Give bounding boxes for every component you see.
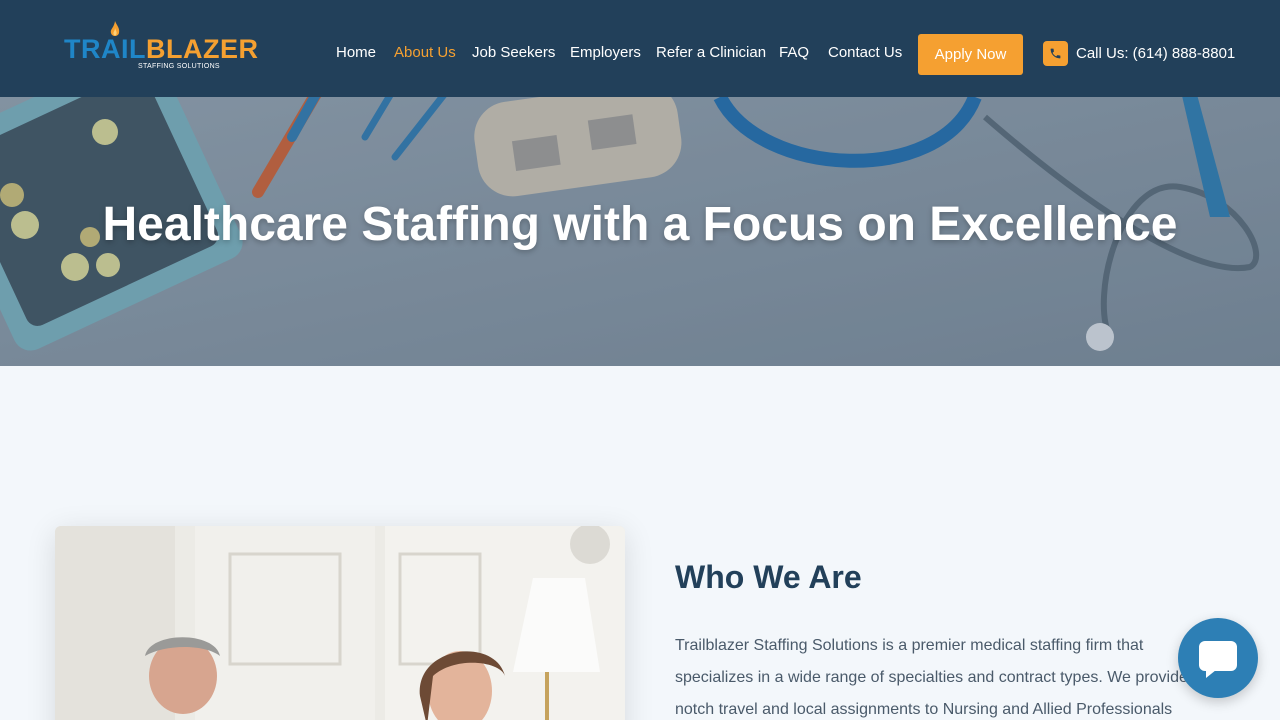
- nav-employers[interactable]: Employers: [570, 44, 641, 62]
- paragraph-line: specializes in a wide range of specialti…: [675, 669, 1188, 686]
- nav-home[interactable]: Home: [336, 44, 376, 62]
- phone-icon: [1043, 41, 1068, 66]
- hero-banner: Healthcare Staffing with a Focus on Exce…: [0, 97, 1280, 366]
- brand-logo[interactable]: TRAILBLAZER STAFFING SOLUTIONS: [62, 20, 258, 76]
- paragraph-line: notch travel and local assignments to Nu…: [675, 701, 1173, 718]
- nav-about-us[interactable]: About Us: [394, 44, 456, 62]
- nav-contact-us[interactable]: Contact Us: [828, 44, 902, 62]
- site-header: TRAILBLAZER STAFFING SOLUTIONS Home Abou…: [0, 0, 1280, 97]
- phone-number: Call Us: (614) 888-8801: [1076, 45, 1236, 62]
- logo-blazer-text: BLAZER: [145, 34, 259, 64]
- team-photo: [55, 526, 625, 720]
- nav-faq[interactable]: FAQ: [779, 44, 809, 62]
- who-we-are-paragraph: Trailblazer Staffing Solutions is a prem…: [675, 630, 1235, 720]
- nav-job-seekers[interactable]: Job Seekers: [472, 44, 555, 62]
- nav-refer-a-clinician[interactable]: Refer a Clinician: [656, 44, 766, 62]
- chat-widget-button[interactable]: [1178, 618, 1258, 698]
- apply-now-button[interactable]: Apply Now: [918, 34, 1023, 75]
- team-photo-image: [55, 526, 625, 720]
- logo-tagline: STAFFING SOLUTIONS: [138, 63, 220, 70]
- paragraph-line: Trailblazer Staffing Solutions is a prem…: [675, 637, 1144, 654]
- who-we-are-heading: Who We Are: [675, 559, 862, 595]
- chat-icon: [1199, 641, 1237, 678]
- logo-wordmark: TRAILBLAZER: [64, 36, 258, 63]
- hero-title: Healthcare Staffing with a Focus on Exce…: [102, 198, 1178, 251]
- logo-trail-text: TRAIL: [64, 34, 146, 64]
